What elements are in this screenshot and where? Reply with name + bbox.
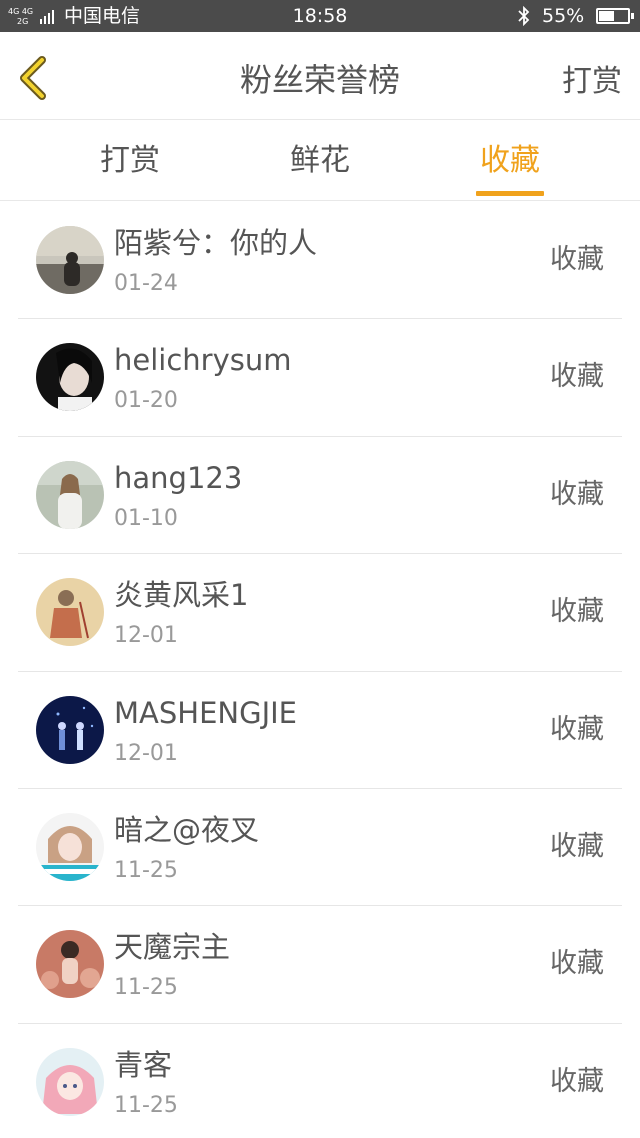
battery-percentage: 55% [542, 5, 585, 27]
list-item[interactable]: 天魔宗主 11-25 收藏 [18, 906, 622, 1024]
list-item[interactable]: 青客 11-25 收藏 [18, 1024, 622, 1138]
fan-date: 11-25 [114, 1092, 178, 1118]
fan-date: 12-01 [114, 623, 178, 649]
avatar [36, 1047, 104, 1116]
fan-action-label: 收藏 [550, 361, 604, 393]
fan-name: 暗之@夜叉 [114, 812, 260, 847]
fan-action-label: 收藏 [550, 596, 604, 628]
list-item[interactable]: helichrysum 01-20 收藏 [18, 319, 622, 437]
avatar [36, 930, 104, 999]
page-title: 粉丝荣誉榜 [239, 61, 400, 99]
fan-action-label: 收藏 [550, 1065, 604, 1097]
avatar [36, 812, 104, 881]
avatar [36, 226, 104, 294]
fan-name: helichrysum [114, 343, 292, 378]
status-bar: 4G 4G 2G 中国电信 18:58 55% [0, 0, 640, 32]
list-item[interactable]: 炎黄风采1 12-01 收藏 [18, 554, 622, 672]
fan-name: 天魔宗主 [114, 930, 231, 965]
list-item[interactable]: 陌紫兮：你的人 01-24 收藏 [18, 202, 622, 320]
fan-date: 01-20 [114, 388, 178, 414]
fan-name: MASHENGJIE [114, 695, 297, 730]
list-item[interactable]: hang123 01-10 收藏 [18, 437, 622, 555]
fan-list: 陌紫兮：你的人 01-24 收藏 helichrysum 01-20 收藏 ha… [0, 202, 640, 1138]
fan-action-label: 收藏 [550, 713, 604, 745]
nav-header: 粉丝荣誉榜 打赏 [0, 32, 640, 120]
reward-button[interactable]: 打赏 [562, 62, 622, 102]
avatar [36, 695, 104, 764]
battery-icon [596, 8, 634, 24]
fan-action-label: 收藏 [550, 830, 604, 862]
fan-name: 陌紫兮：你的人 [114, 226, 318, 260]
list-item[interactable]: MASHENGJIE 12-01 收藏 [18, 672, 622, 789]
fan-date: 01-24 [114, 271, 178, 296]
fan-date: 11-25 [114, 857, 178, 883]
fan-name: hang123 [114, 460, 243, 495]
tab-flowers[interactable]: 鲜花 [286, 141, 354, 197]
fan-name: 青客 [114, 1047, 173, 1082]
tab-label: 打赏 [100, 143, 160, 178]
tab-bar: 打赏 鲜花 收藏 [0, 121, 640, 201]
tab-label: 鲜花 [290, 143, 350, 178]
list-item[interactable]: 暗之@夜叉 11-25 收藏 [18, 789, 622, 907]
avatar [36, 343, 104, 412]
fan-action-label: 收藏 [550, 244, 604, 275]
fan-date: 01-10 [114, 505, 178, 531]
fan-date: 12-01 [114, 740, 178, 766]
fan-name: 炎黄风采1 [114, 578, 249, 613]
fan-action-label: 收藏 [550, 478, 604, 510]
fan-date: 11-25 [114, 975, 178, 1001]
avatar [36, 460, 104, 529]
active-tab-indicator [476, 191, 544, 196]
tab-label: 收藏 [480, 143, 540, 178]
tab-favorites[interactable]: 收藏 [476, 141, 544, 197]
bluetooth-icon [518, 6, 530, 26]
avatar [36, 578, 104, 647]
battery-level [599, 11, 614, 21]
fan-action-label: 收藏 [550, 948, 604, 980]
tab-reward[interactable]: 打赏 [96, 141, 164, 197]
